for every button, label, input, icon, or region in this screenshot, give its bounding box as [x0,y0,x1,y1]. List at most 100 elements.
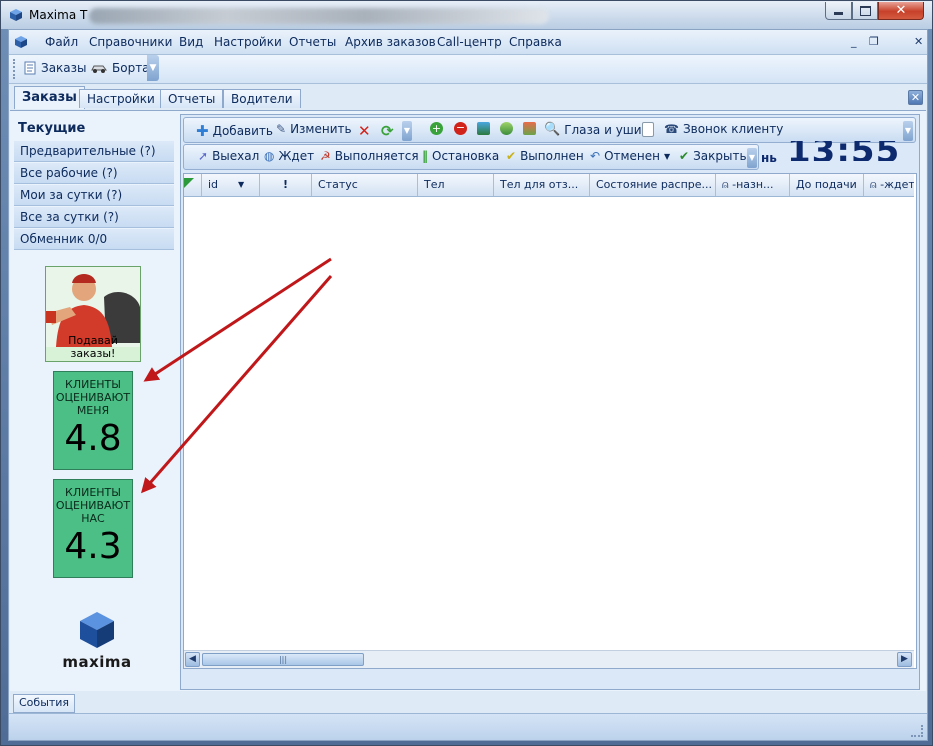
col-phone[interactable]: Тел [418,174,494,196]
red-minus-button[interactable]: − [454,122,467,135]
scroll-thumb[interactable]: ||| [202,653,364,666]
resize-grip-icon[interactable] [911,725,923,737]
logo-text: maxima [62,653,132,671]
tab-reports[interactable]: Отчеты [160,89,224,108]
done-button[interactable]: ✔ Выполнен [506,149,584,163]
sidebar-item-preliminary[interactable]: Предварительные (?) [14,141,174,162]
transfer-button[interactable] [500,122,513,135]
in-progress-button[interactable]: ☭ Выполняется [320,149,419,163]
col-waits[interactable]: ⍝ -ждет [864,174,914,196]
col-to-pickup[interactable]: До подачи [790,174,864,196]
orders-button[interactable]: Заказы [23,61,87,75]
maximize-button[interactable] [852,2,878,20]
sort-down-icon: ▼ [238,180,245,189]
col-priority[interactable]: ! [260,174,312,196]
menu-order-archive[interactable]: Архив заказов [345,35,436,49]
menu-view[interactable]: Вид [179,35,203,49]
green-plus-button[interactable]: + [430,122,443,135]
eyes-ears-button[interactable]: 🔍 Глаза и уши [544,122,642,137]
assign-button[interactable] [477,122,490,135]
car-icon [91,65,107,73]
cars-button[interactable]: Борта [90,61,150,75]
menu-call-center[interactable]: Call-центр [437,35,502,49]
grip-icon: ||| [278,655,288,664]
chevron-left-icon: ◀ [189,654,196,664]
status-toolbar: ➚ Выехал ◍ Ждет ☭ Выполняется ‖ Остановк… [183,144,759,170]
minimize-icon [834,12,843,15]
maximize-icon [859,5,871,16]
rating-me-card: КЛИЕНТЫ ОЦЕНИВАЮТ МЕНЯ 4.8 [53,371,133,470]
mdi-minimize-icon[interactable]: _ [851,35,857,48]
add-label: Добавить [212,124,273,138]
horizontal-scrollbar[interactable]: ◀ ||| ▶ [184,650,914,668]
menu-references[interactable]: Справочники [89,35,172,49]
col-status[interactable]: Статус [312,174,418,196]
toolbar-overflow-button[interactable]: ▼ [147,55,159,81]
rating-us-card: КЛИЕНТЫ ОЦЕНИВАЮТ НАС 4.3 [53,479,133,578]
grid-corner [184,174,202,196]
menu-reports[interactable]: Отчеты [289,35,336,49]
rating-us-label-line2: ОЦЕНИВАЮТ [55,499,131,512]
menu-file[interactable]: Файл [45,35,78,49]
tab-close-button[interactable]: ✕ [908,90,923,105]
toolbar-top-overflow-button[interactable]: ▼ [903,121,913,141]
stop-button[interactable]: ‖ Остановка [422,149,499,163]
mdi-restore-icon[interactable]: ❐ [869,35,879,48]
add-button[interactable]: ✚ Добавить [196,122,273,140]
scroll-right-button[interactable]: ▶ [897,652,912,667]
col-id[interactable]: id ▼ [202,174,260,196]
chevron-down-icon: ▼ [664,151,671,161]
delete-x-icon: ✕ [358,122,371,140]
tab-drivers[interactable]: Водители [223,89,301,108]
rating-me-label-line1: КЛИЕНТЫ [65,378,121,391]
toolbar-overflow-button[interactable]: ▼ [402,121,412,141]
mdi-close-icon[interactable]: ✕ [914,35,923,48]
rating-me-label-line2: ОЦЕНИВАЮТ [55,391,131,404]
close-button[interactable]: ✕ [878,2,924,20]
close-icon: ✕ [910,91,921,104]
scroll-left-button[interactable]: ◀ [185,652,200,667]
menu-settings[interactable]: Настройки [214,35,282,49]
wait-button[interactable]: ◍ Ждет [264,149,314,163]
action-toolbar-top: ✚ Добавить ✎ Изменить ✕ ⟳ ▼ + − 🔍 Глаза … [183,117,916,143]
title-bar[interactable]: Maxima T ✕ [1,1,932,29]
col-assigned[interactable]: ⍝ -назн... [716,174,790,196]
col-feedback-phone[interactable]: Тел для отз... [494,174,590,196]
toolbar-grip[interactable] [13,59,18,79]
col-dispatch-state[interactable]: Состояние распре... [590,174,716,196]
person-phone-icon: ☎ [664,122,679,136]
close-order-label: Закрыть [693,149,747,163]
close-order-button[interactable]: ✔ Закрыть [679,149,747,163]
sidebar-item-mine-day[interactable]: Мои за сутки (?) [14,185,174,206]
globe-icon: ◍ [264,149,275,163]
remove-driver-button[interactable] [523,122,536,135]
menu-help[interactable]: Справка [509,35,562,49]
left-button[interactable]: ➚ Выехал [198,149,259,163]
refresh-button[interactable]: ⟳ [381,122,394,140]
delete-button[interactable]: ✕ [358,122,371,140]
cancelled-label: Отменен [604,149,661,163]
maxima-logo: maxima [62,610,132,672]
minimize-button[interactable] [825,2,852,20]
sidebar-header[interactable]: Текущие [14,119,174,139]
sidebar-item-all-day[interactable]: Все за сутки (?) [14,207,174,228]
bell-icon: ⍝ [722,178,729,191]
call-client-button[interactable]: ☎ Звонок клиенту [664,122,783,136]
app-menu-cube-icon[interactable] [14,35,28,49]
sidebar-item-all-working[interactable]: Все рабочие (?) [14,163,174,184]
chevron-down-icon: ▼ [748,153,756,162]
status-toolbar-overflow-button[interactable]: ▼ [747,148,757,168]
events-tab[interactable]: События [13,694,76,713]
poster-image: Подавай заказы! [45,266,141,362]
cancelled-button[interactable]: ↶ Отменен ▼ [590,149,670,163]
edit-button[interactable]: ✎ Изменить [276,122,352,136]
col-id-label: id [208,178,219,191]
tab-orders[interactable]: Заказы [14,86,85,109]
check-yellow-icon: ✔ [506,149,517,163]
tab-settings[interactable]: Настройки [79,89,163,108]
sidebar-item-exchange[interactable]: Обменник 0/0 [14,229,174,250]
orders-grid[interactable]: id ▼ ! Статус Тел Тел для отз... Состоян… [183,173,917,669]
document-button[interactable] [642,122,654,137]
col-assigned-label: -назн... [732,178,774,191]
menu-bar: Файл Справочники Вид Настройки Отчеты Ар… [9,30,927,55]
